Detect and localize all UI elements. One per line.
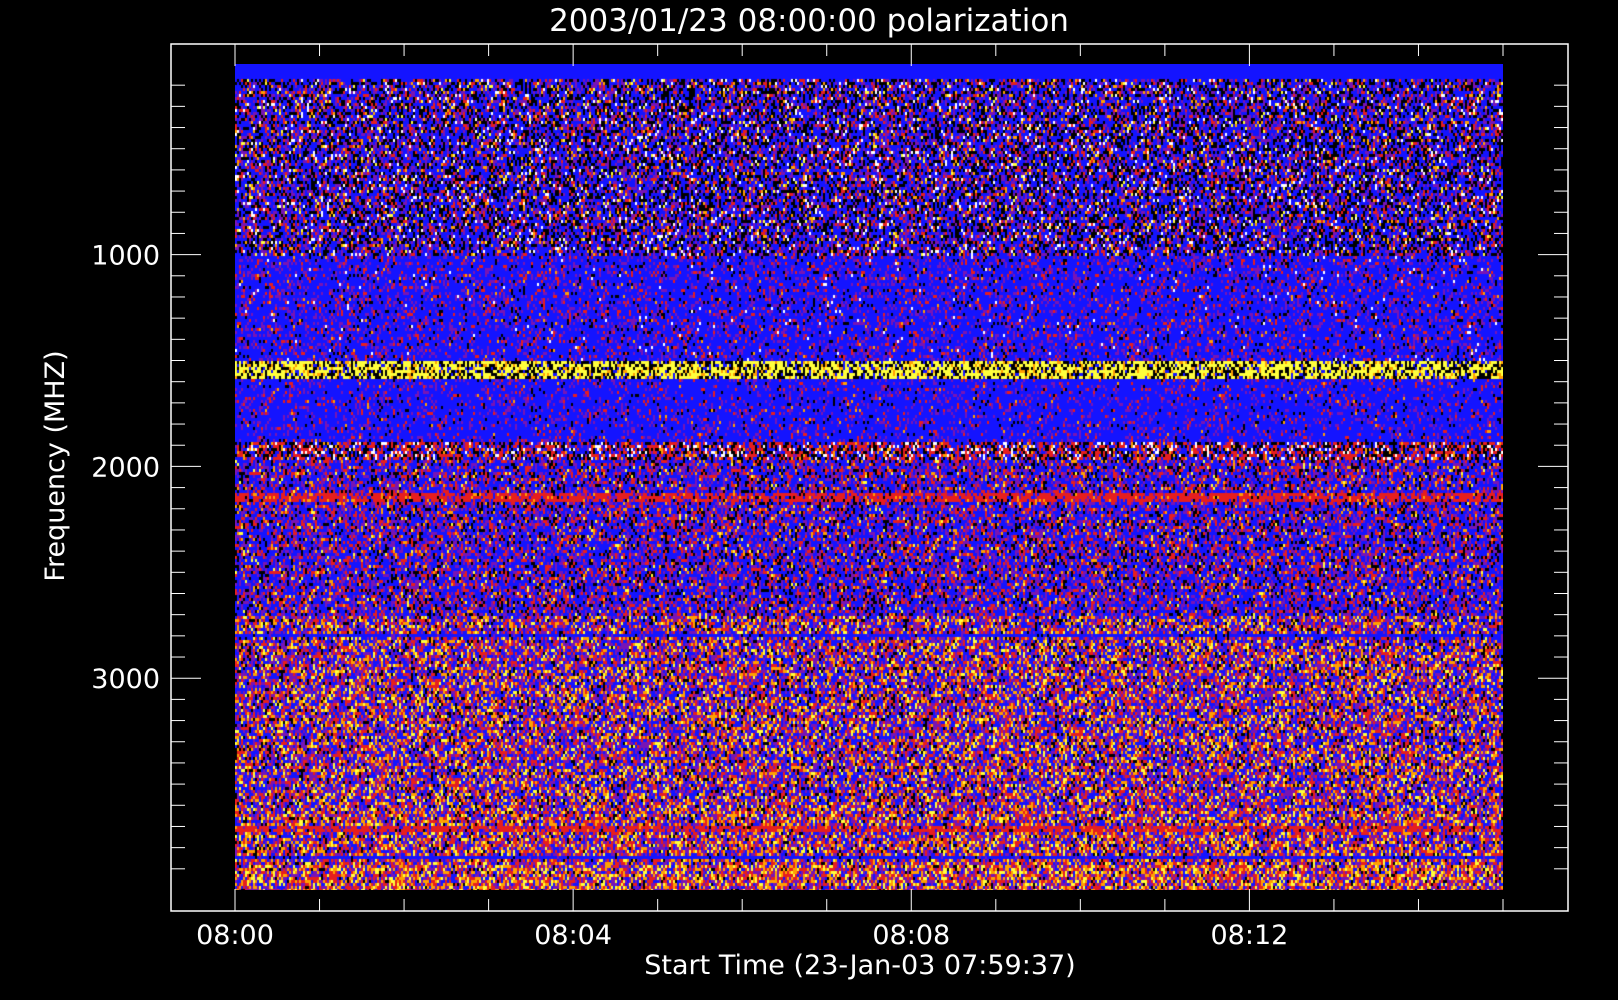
spectrogram-chart: 2003/01/23 08:00:00 polarization 08:00 08… — [40, 3, 1569, 981]
heatmap-raster — [235, 64, 1503, 890]
heatmap-canvas — [235, 64, 1503, 890]
chart-title: 2003/01/23 08:00:00 polarization — [549, 3, 1069, 39]
y-tick-label: 2000 — [91, 452, 160, 483]
x-axis-label: Start Time (23-Jan-03 07:59:37) — [644, 950, 1075, 981]
heatmap-area — [235, 64, 1503, 890]
y-tick-label: 1000 — [91, 241, 160, 272]
x-tick-label: 08:00 — [196, 920, 274, 951]
x-tick-label: 08:12 — [1210, 920, 1288, 951]
x-tick-label: 08:04 — [534, 920, 612, 951]
y-axis-label: Frequency (MHZ) — [40, 350, 71, 581]
y-tick-label: 3000 — [91, 664, 160, 695]
x-tick-label: 08:08 — [872, 920, 950, 951]
